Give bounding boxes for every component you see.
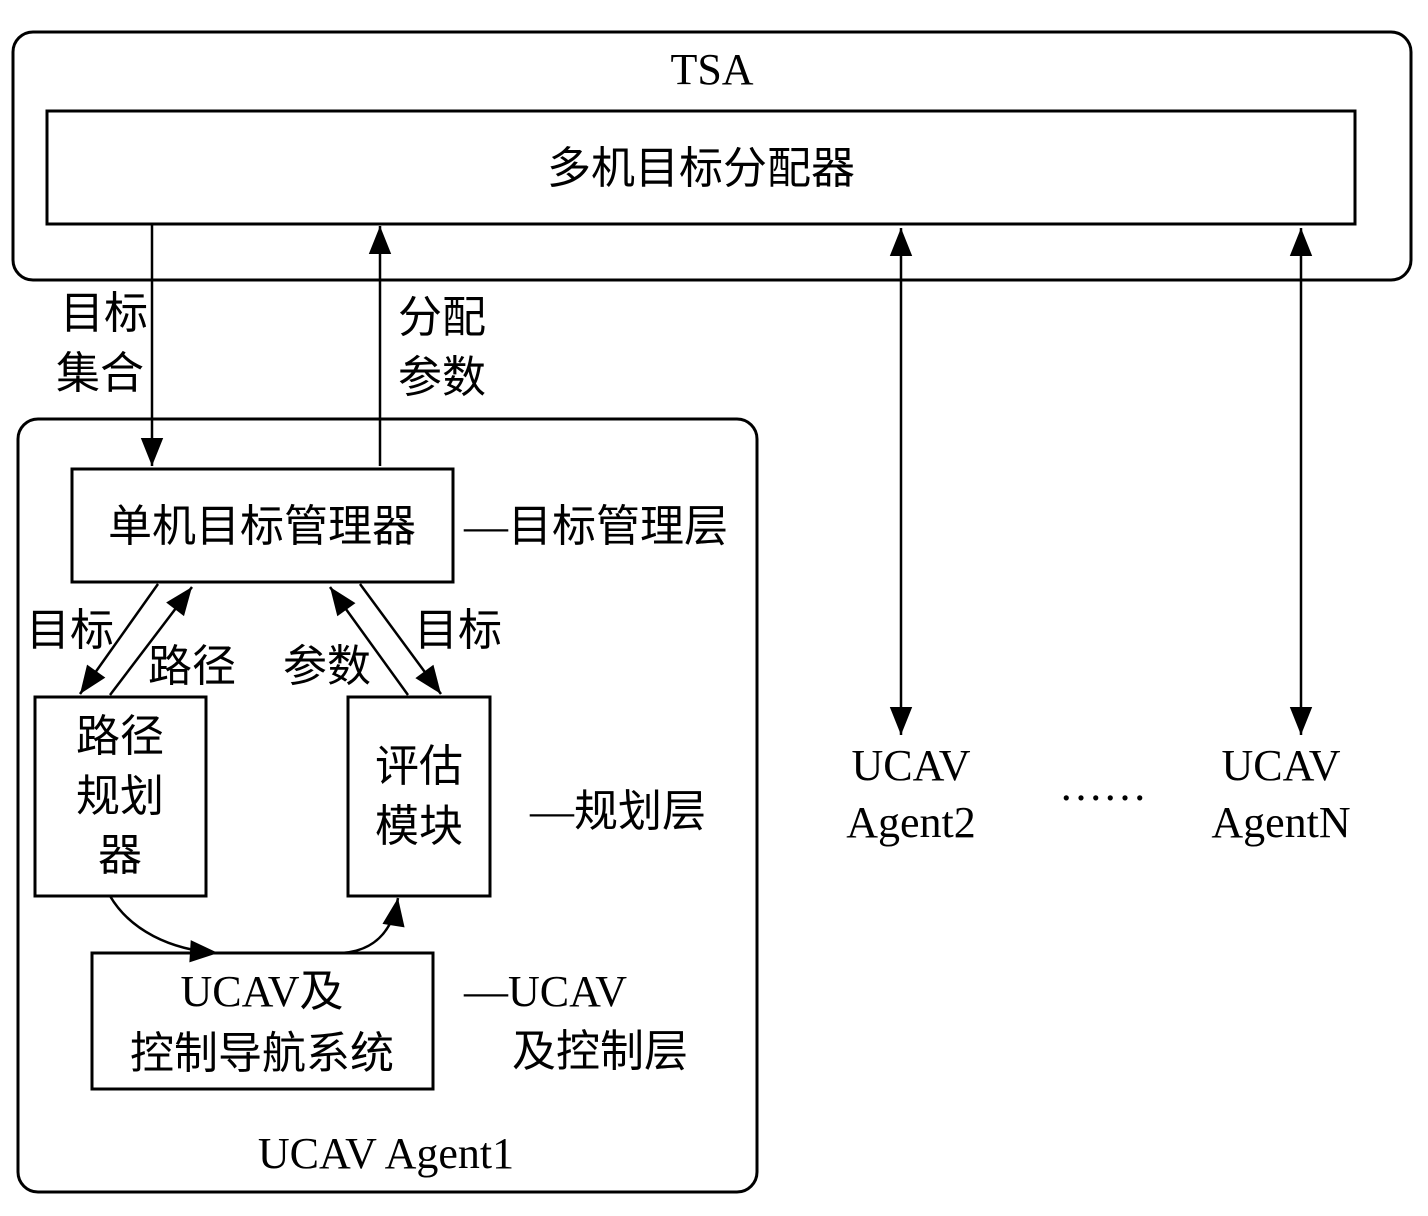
single-manager-label: 单机目标管理器 [108,502,416,551]
target-management-layer-label: —目标管理层 [463,502,728,551]
planning-layer-label: —规划层 [529,787,706,836]
ucav-layer-label-1: —UCAV [463,967,627,1016]
agents-ellipsis: …… [1059,761,1147,810]
nav-to-evaluation-curve-arrow [329,897,405,955]
target-set-label-1: 目标 [60,289,148,338]
allocation-params-label-2: 参数 [398,353,486,402]
evaluation-module: 评估 模块 [346,695,492,898]
single-target-manager: 单机目标管理器 [70,467,455,584]
ucav-nav-line1: UCAV及 [180,967,343,1016]
ucav-agent2: UCAV Agent2 [846,741,976,847]
agent1-label: UCAV Agent1 [258,1129,514,1178]
tsa-title: TSA [670,45,753,94]
path-planner-line3: 器 [98,831,142,880]
target-right-label: 目标 [414,606,502,655]
agent2-line2: Agent2 [846,798,976,847]
ucav-agentn: UCAV AgentN [1211,741,1350,847]
ucav-nav-line2: 控制导航系统 [130,1029,394,1078]
evaluation-module-line2: 模块 [375,802,463,851]
multi-target-allocator: 多机目标分配器 [45,109,1357,226]
agentn-line2: AgentN [1211,798,1350,847]
path-planner-line1: 路径 [76,712,164,761]
planner-to-nav-curve-arrow [108,895,219,963]
path-label: 路径 [148,642,236,691]
target-set-label-2: 集合 [56,349,144,398]
allocator-label: 多机目标分配器 [547,144,855,193]
allocation-params-label-1: 分配 [398,293,486,342]
evaluation-module-line1: 评估 [375,742,463,791]
system-architecture-diagram: TSA 多机目标分配器 目标 集合 分配 参数 UCAV Agent2 …… U… [11,30,1413,1194]
agentn-line1: UCAV [1221,741,1340,790]
path-planner-line2: 规划 [76,772,164,821]
params-label: 参数 [283,642,371,691]
ucav-layer-label-2: 及控制层 [512,1027,688,1076]
agent2-line1: UCAV [851,741,970,790]
path-planner: 路径 规划 器 [33,695,208,898]
target-left-label: 目标 [26,606,114,655]
ucav-nav-system: UCAV及 控制导航系统 [90,951,435,1091]
